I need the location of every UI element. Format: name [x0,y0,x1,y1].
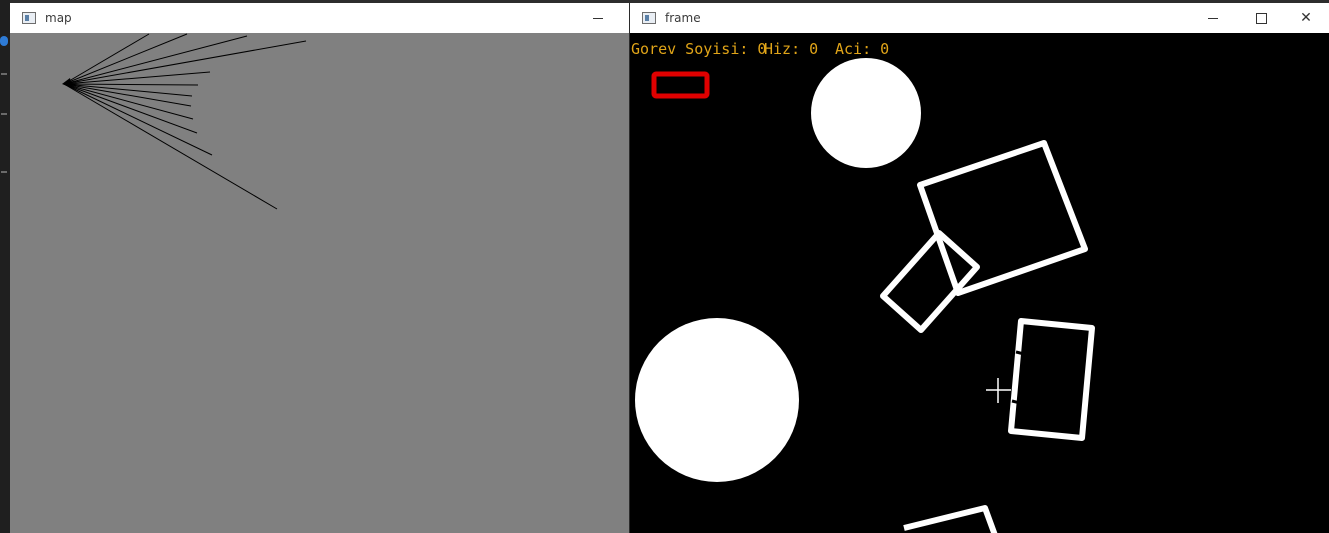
map-canvas [10,33,629,533]
window-title: map [45,11,72,25]
crosshair-icon [986,378,1011,403]
minimize-button[interactable] [1190,3,1236,33]
toolbar-mark-icon [1,73,7,75]
maximize-icon [1255,12,1267,24]
obstacle-circle-small [811,58,921,168]
frame-window[interactable]: frame ✕ Gorev Soyisi: 0 Hiz: 0 Aci: 0 [630,3,1329,533]
app-window-icon [642,12,656,24]
lidar-rays-graphic [62,33,307,210]
obstacle-rect-large [917,140,1088,296]
obstacle-rect-bottom [903,505,998,533]
close-button[interactable]: ✕ [1283,3,1329,33]
toolbar-mark-icon [1,171,7,173]
close-icon: ✕ [1300,10,1312,26]
window-title: frame [665,11,701,25]
notification-dot-icon [0,36,8,46]
app-window-icon [22,12,36,24]
maximize-button[interactable] [1238,3,1284,33]
map-titlebar[interactable]: map [10,3,629,33]
minimize-icon [1208,17,1218,19]
map-window[interactable]: map [10,3,629,533]
toolbar-mark-icon [1,113,7,115]
frame-canvas[interactable]: Gorev Soyisi: 0 Hiz: 0 Aci: 0 [630,33,1329,533]
frame-titlebar[interactable]: frame ✕ [630,3,1329,33]
minimize-button[interactable] [575,3,621,33]
obstacle-rect-vertical [1008,318,1095,441]
minimize-icon [593,17,603,19]
obstacle-rect-small [880,230,980,333]
background-app-edge [0,0,10,533]
scene-graphic [635,58,1095,533]
obstacle-circle-large [635,318,799,482]
red-marker [651,71,710,99]
